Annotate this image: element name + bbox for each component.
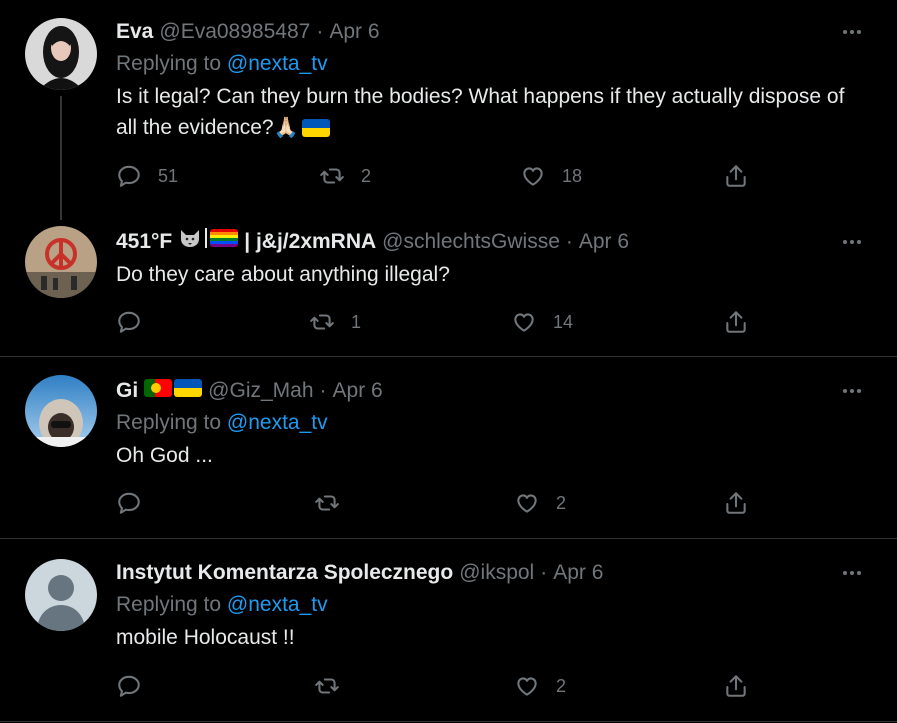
user-handle[interactable]: @Giz_Mah [208,377,313,405]
portugal-flag-icon [144,379,173,397]
tweet-date[interactable]: Apr 6 [579,228,629,256]
tweet-451f[interactable]: 451°F | j&j/2xmRNA @schlechtsGwisse · Ap… [0,222,897,357]
mention-link[interactable]: @nexta_tv [227,52,328,75]
user-handle[interactable]: @schlechtsGwisse [382,228,560,256]
user-handle[interactable]: @Eva08985487 [159,18,310,46]
retweet-count: 1 [351,311,362,332]
replying-prefix: Replying to [116,411,227,434]
rainbow-flag-icon [210,229,239,247]
like-icon [517,494,537,513]
separator-dot: · [565,230,573,253]
reply-button[interactable] [116,309,158,335]
retweet-button[interactable] [314,490,356,516]
more-icon[interactable] [837,563,867,583]
tweet-text-main: Is it legal? Can they burn the bodies? W… [116,85,845,139]
display-name[interactable]: Eva [116,18,153,46]
more-icon[interactable] [837,381,867,401]
like-count: 2 [556,492,567,513]
reply-button[interactable] [116,490,158,516]
avatar-gi[interactable] [25,375,97,447]
tweet-text: Oh God ... [116,444,213,467]
share-icon [726,492,746,514]
separator-dot: · [319,379,327,402]
share-button[interactable] [723,309,749,335]
replying-to: Replying to @nexta_tv [116,591,867,619]
thread-line [60,96,62,220]
avatar-ikspol[interactable] [25,559,97,631]
like-count: 18 [562,165,583,186]
tweet-date[interactable]: Apr 6 [553,559,603,587]
wolf-icon [181,230,200,247]
name-emojis [144,379,202,397]
tweet-actions: 2 [116,673,776,703]
display-name[interactable]: Gi [116,377,138,405]
retweet-button[interactable]: 1 [309,309,361,335]
replying-to: Replying to @nexta_tv [116,409,867,437]
reply-icon [118,675,140,697]
mention-link[interactable]: @nexta_tv [227,411,328,434]
reply-icon [118,165,140,187]
mention-link[interactable]: @nexta_tv [227,593,328,616]
tweet-date[interactable]: Apr 6 [333,377,383,405]
avatar-eva[interactable] [25,18,97,90]
user-handle[interactable]: @ikspol [459,559,534,587]
tweet-gi[interactable]: Gi @Giz_Mah · Apr 6 Replying to @nexta_t… [0,357,897,539]
avatar-451f[interactable] [25,226,97,298]
share-icon [726,675,746,697]
reply-button[interactable]: 51 [116,163,178,189]
like-icon [523,167,543,186]
tweet-ikspol[interactable]: Instytut Komentarza Spolecznego @ikspol … [0,539,897,722]
tweet-text: Do they care about anything illegal? [116,263,450,286]
reply-feed: Eva @Eva08985487 · Apr 6 Replying to @ne… [0,0,897,723]
more-icon[interactable] [837,232,867,252]
like-button[interactable]: 2 [514,673,566,699]
ukraine-flag-icon [174,379,202,397]
share-button[interactable] [723,673,749,699]
retweet-icon [315,495,339,511]
like-icon [517,677,537,696]
praying-hands-emoji: 🙏🏻 [273,117,299,139]
display-name-suffix[interactable]: | j&j/2xmRNA [244,228,376,256]
more-icon[interactable] [837,22,867,42]
like-button[interactable]: 14 [511,309,573,335]
retweet-icon [315,678,339,694]
retweet-icon [320,168,344,184]
share-icon [726,311,746,333]
tweet-eva[interactable]: Eva @Eva08985487 · Apr 6 Replying to @ne… [0,0,897,222]
tweet-text: Is it legal? Can they burn the bodies? W… [116,81,867,144]
reply-icon [118,311,140,333]
retweet-count: 2 [361,165,372,186]
like-icon [514,313,534,332]
reply-icon [118,492,140,514]
like-count: 2 [556,675,567,696]
like-button[interactable]: 2 [514,490,566,516]
retweet-button[interactable]: 2 [319,163,371,189]
tweet-actions: 1 14 [116,309,776,339]
replying-to: Replying to @nexta_tv [116,50,867,78]
display-name[interactable]: 451°F [116,228,172,256]
name-emojis [178,228,239,248]
reply-count: 51 [158,165,179,186]
separator-dot: · [540,561,548,584]
display-name[interactable]: Instytut Komentarza Spolecznego [116,559,453,587]
tweet-text: mobile Holocaust !! [116,626,295,649]
retweet-icon [310,314,334,330]
share-button[interactable] [723,490,749,516]
like-count: 14 [553,311,574,332]
like-button[interactable]: 18 [520,163,582,189]
ukraine-flag-icon [302,119,330,137]
share-icon [726,165,746,187]
replying-prefix: Replying to [116,593,227,616]
name-bar [205,228,208,248]
retweet-button[interactable] [314,673,356,699]
reply-button[interactable] [116,673,158,699]
replying-prefix: Replying to [116,52,227,75]
share-button[interactable] [723,163,749,189]
tweet-actions: 51 2 18 [116,163,776,193]
separator-dot: · [316,20,324,43]
tweet-actions: 2 [116,490,776,520]
tweet-date[interactable]: Apr 6 [329,18,379,46]
